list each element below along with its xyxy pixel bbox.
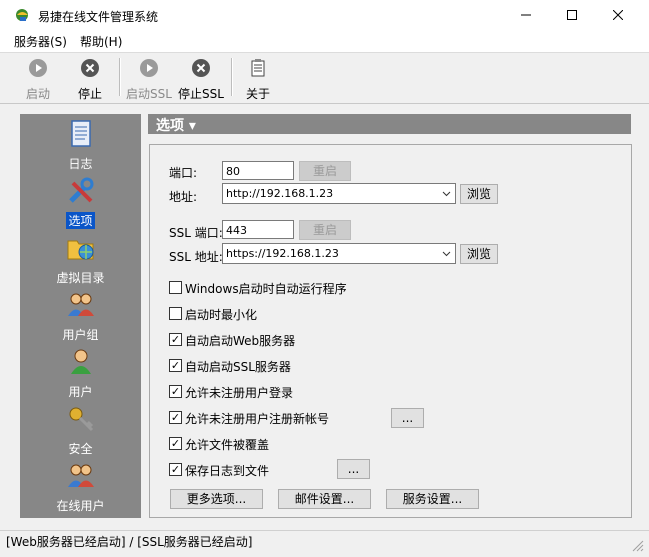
close-icon xyxy=(613,10,623,20)
checkbox-label[interactable]: 保存日志到文件 xyxy=(185,462,269,479)
ssl-restart-button[interactable]: 重启 xyxy=(299,220,351,240)
checkbox[interactable]: ✓ xyxy=(169,437,182,450)
port-label: 端口: xyxy=(169,166,198,180)
checkbox[interactable]: ✓ xyxy=(169,359,182,372)
nav-item-user-group[interactable]: 用户组 xyxy=(20,289,141,346)
toolbar-separator xyxy=(231,58,233,96)
menu-server[interactable]: 服务器(S) xyxy=(14,33,67,50)
stop-ssl-label: 停止SSL xyxy=(178,87,224,101)
nav-item-user[interactable]: 用户 xyxy=(20,346,141,403)
user-icon xyxy=(70,349,91,374)
service-settings-button[interactable]: 服务设置... xyxy=(386,489,479,509)
checkbox[interactable]: ✓ xyxy=(169,411,182,424)
options-header[interactable]: 选项 ▾ xyxy=(148,114,631,134)
minimize-icon xyxy=(521,14,531,16)
more-options-button[interactable]: 更多选项... xyxy=(170,489,263,509)
chevron-down-icon xyxy=(442,251,451,257)
checkbox[interactable] xyxy=(169,281,182,294)
nav-item-virtual-directory[interactable]: 虚拟目录 xyxy=(20,232,141,289)
browse-button[interactable]: 浏览 xyxy=(460,184,498,204)
tools-icon xyxy=(68,177,93,203)
folder-globe-icon xyxy=(67,240,93,260)
chevron-down-icon xyxy=(442,191,451,197)
online-users-icon xyxy=(67,464,94,487)
start-label: 启动 xyxy=(25,87,50,101)
maximize-button[interactable] xyxy=(549,0,595,30)
resize-grip-icon[interactable] xyxy=(630,538,644,552)
mail-settings-button[interactable]: 邮件设置... xyxy=(278,489,371,509)
checkbox-label[interactable]: 允许未注册用户注册新帐号 xyxy=(185,410,329,427)
minimize-button[interactable] xyxy=(503,0,549,30)
window-title: 易捷在线文件管理系统 xyxy=(38,10,159,24)
play-icon xyxy=(140,59,158,77)
start-ssl-label: 启动SSL xyxy=(126,87,172,101)
nav-label: 用户组 xyxy=(62,328,99,342)
ssl-address-value: https://192.168.1.23 xyxy=(226,247,339,260)
about-label: 关于 xyxy=(245,87,270,101)
stop-button[interactable]: 停止 xyxy=(70,56,110,101)
play-icon xyxy=(29,59,47,77)
toolbar-separator xyxy=(119,58,121,96)
nav-label: 虚拟目录 xyxy=(56,271,105,285)
checkbox-label[interactable]: 自动启动Web服务器 xyxy=(185,332,295,349)
maximize-icon xyxy=(567,10,577,20)
ssl-port-field[interactable]: 443 xyxy=(222,220,294,239)
register-settings-button[interactable]: ... xyxy=(391,408,424,428)
nav-label: 在线用户 xyxy=(56,499,105,513)
document-icon xyxy=(251,59,265,77)
menu-help[interactable]: 帮助(H) xyxy=(80,33,122,50)
app-icon xyxy=(16,9,28,21)
address-value: http://192.168.1.23 xyxy=(226,187,334,200)
key-icon xyxy=(69,407,93,432)
user-group-icon xyxy=(67,293,94,316)
close-button[interactable] xyxy=(595,0,641,30)
port-field[interactable]: 80 xyxy=(222,161,294,180)
about-button[interactable]: 关于 xyxy=(240,56,276,101)
nav-label: 安全 xyxy=(68,442,93,456)
checkbox-label[interactable]: 允许未注册用户登录 xyxy=(185,384,293,401)
ssl-browse-button[interactable]: 浏览 xyxy=(460,244,498,264)
nav-item-online-users[interactable]: 在线用户 xyxy=(20,460,141,517)
log-icon xyxy=(70,120,91,147)
checkbox[interactable]: ✓ xyxy=(169,385,182,398)
nav-label: 用户 xyxy=(68,385,93,399)
status-text: [Web服务器已经启动] / [SSL服务器已经启动] xyxy=(6,535,253,549)
stop-ssl-button[interactable]: 停止SSL xyxy=(176,56,226,101)
ssl-port-label: SSL 端口: xyxy=(169,226,223,240)
checkbox-label[interactable]: Windows启动时自动运行程序 xyxy=(185,280,347,297)
checkbox-label[interactable]: 允许文件被覆盖 xyxy=(185,436,269,453)
nav-item-security[interactable]: 安全 xyxy=(20,403,141,460)
nav-item-log[interactable]: 日志 xyxy=(20,118,141,175)
address-label: 地址: xyxy=(169,190,198,204)
options-header-label: 选项 ▾ xyxy=(156,118,196,134)
checkbox[interactable] xyxy=(169,307,182,320)
restart-button[interactable]: 重启 xyxy=(299,161,351,181)
stop-icon xyxy=(81,59,99,77)
log-settings-button[interactable]: ... xyxy=(337,459,370,479)
nav-label: 日志 xyxy=(68,157,93,171)
nav-item-options[interactable]: 选项 xyxy=(20,175,141,232)
address-combobox[interactable]: http://192.168.1.23 xyxy=(222,183,456,204)
stop-label: 停止 xyxy=(77,87,102,101)
checkbox[interactable]: ✓ xyxy=(169,463,182,476)
stop-icon xyxy=(192,59,210,77)
ssl-address-combobox[interactable]: https://192.168.1.23 xyxy=(222,243,456,264)
checkbox[interactable]: ✓ xyxy=(169,333,182,346)
ssl-address-label: SSL 地址: xyxy=(169,250,223,264)
checkbox-label[interactable]: 自动启动SSL服务器 xyxy=(185,358,291,375)
nav-label: 选项 xyxy=(66,212,95,229)
start-button[interactable]: 启动 xyxy=(18,56,58,101)
start-ssl-button[interactable]: 启动SSL xyxy=(124,56,174,101)
checkbox-label[interactable]: 启动时最小化 xyxy=(185,306,257,323)
